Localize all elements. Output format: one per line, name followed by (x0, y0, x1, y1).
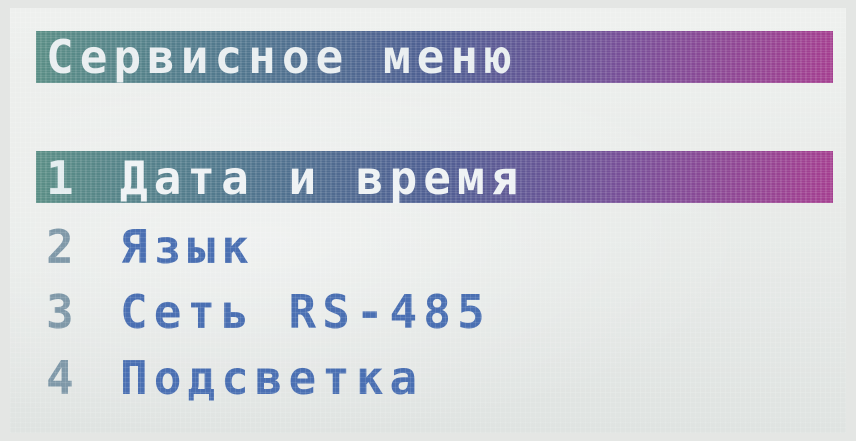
menu-item-date-time[interactable]: 1 Дата и время (46, 150, 524, 206)
menu-item-backlight[interactable]: 4 Подсветка (46, 350, 423, 406)
menu-item-number: 2 (46, 220, 80, 274)
screen-title: Сервисное меню (46, 30, 518, 84)
lcd-screen: Сервисное меню 1 Дата и время 2 Язык 3 Сеть… (10, 8, 846, 433)
menu-item-label: Язык (120, 220, 255, 274)
menu-item-label: Сеть RS-485 (120, 285, 491, 339)
menu-item-number: 3 (46, 285, 80, 339)
device-photo: Сервисное меню 1 Дата и время 2 Язык 3 Сеть… (0, 0, 856, 441)
menu-item-label: Подсветка (120, 351, 424, 405)
menu-item-rs485-network[interactable]: 3 Сеть RS-485 (46, 284, 491, 340)
menu-item-number: 1 (46, 151, 80, 205)
menu-item-number: 4 (46, 351, 80, 405)
menu-item-language[interactable]: 2 Язык (46, 219, 255, 275)
menu-item-label: Дата и время (120, 151, 525, 205)
